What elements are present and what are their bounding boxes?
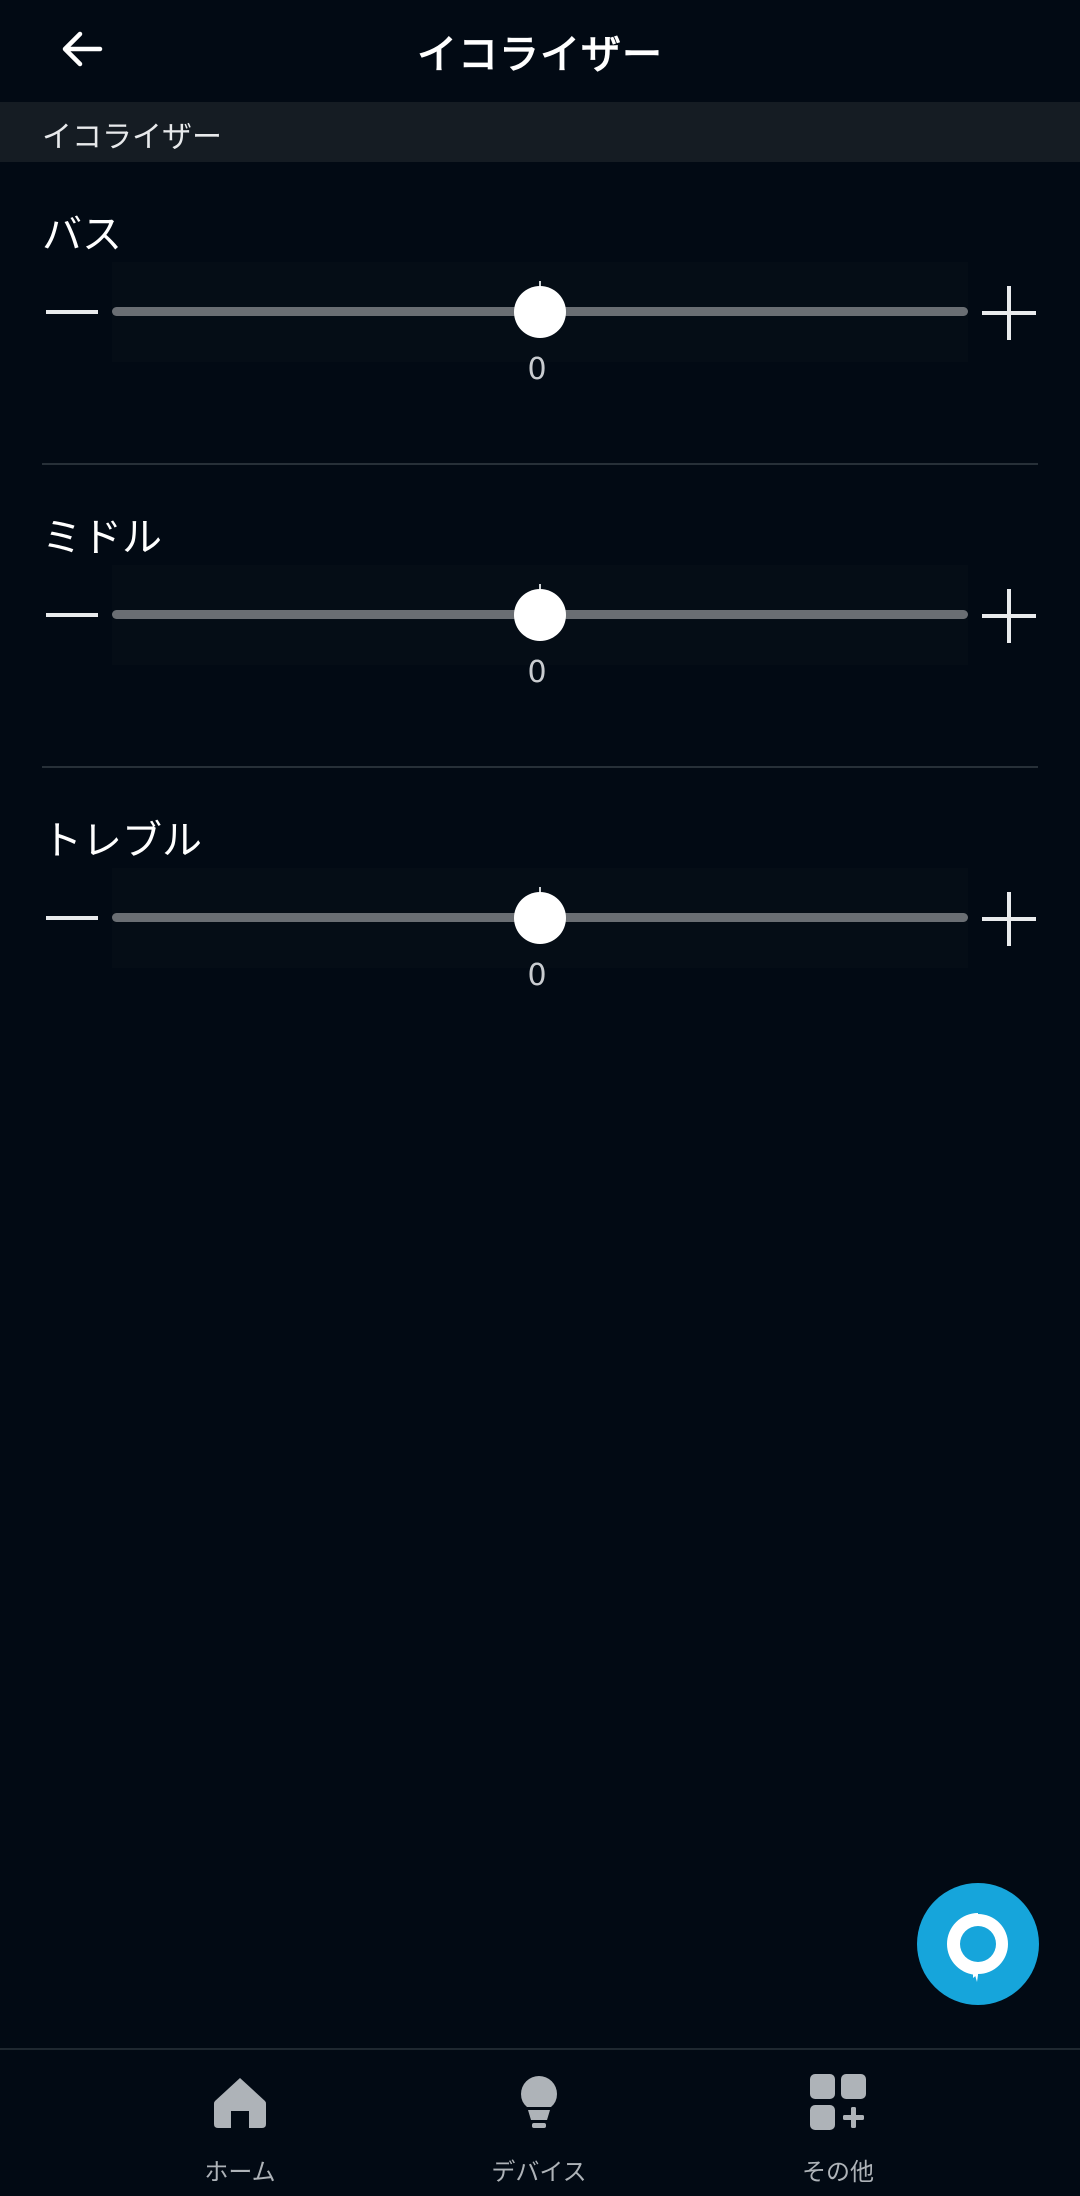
nav-home[interactable]: ホーム [140,2070,340,2188]
bass-decrease-button[interactable] [42,282,102,342]
nav-more-label: その他 [802,2158,874,2186]
bass-increase-button[interactable] [978,282,1040,344]
lightbulb-icon [521,2076,557,2128]
bass-slider-thumb[interactable] [514,286,566,338]
mid-increase-button[interactable] [978,585,1040,647]
home-icon [214,2078,266,2128]
treble-slider-thumb[interactable] [514,892,566,944]
bass-label: バス [42,212,122,258]
treble-decrease-button[interactable] [42,888,102,948]
app-header: イコライザー [0,0,1080,102]
treble-slider[interactable] [112,868,968,968]
bass-slider[interactable] [112,262,968,362]
equalizer-row-treble: トレブル 0 [0,768,1080,1071]
mid-label: ミドル [42,515,162,561]
mid-slider-thumb[interactable] [514,589,566,641]
mid-value: 0 [527,655,547,690]
section-title: イコライザー [42,120,222,155]
alexa-icon [947,1913,1008,1982]
nav-devices[interactable]: デバイス [439,2070,639,2188]
mid-slider[interactable] [112,565,968,665]
page-title: イコライザー [417,32,663,78]
bass-value: 0 [527,352,547,387]
grid-plus-icon [810,2074,866,2130]
nav-home-label: ホーム [204,2158,276,2186]
equalizer-row-bass: バス 0 [0,162,1080,465]
section-header: イコライザー [0,102,1080,162]
nav-devices-label: デバイス [491,2158,587,2186]
equalizer-row-mid: ミドル 0 [0,465,1080,768]
treble-value: 0 [527,958,547,993]
bottom-navigation: ホーム デバイス その他 [0,2048,1080,2196]
alexa-button[interactable] [917,1883,1039,2005]
treble-label: トレブル [42,818,202,864]
mid-decrease-button[interactable] [42,585,102,645]
nav-more[interactable]: その他 [738,2070,938,2188]
treble-increase-button[interactable] [978,888,1040,950]
